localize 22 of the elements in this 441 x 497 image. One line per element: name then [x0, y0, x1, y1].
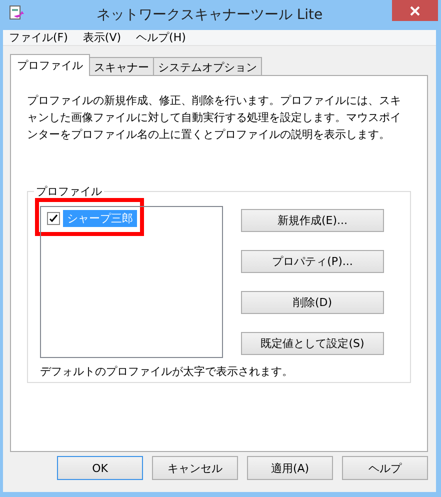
action-button[interactable]: 既定値として設定(S) — [241, 332, 384, 355]
dialog-button[interactable]: ヘルプ — [342, 456, 428, 480]
dialog-button[interactable]: 適用(A) — [247, 456, 333, 480]
window-title: ネットワークスキャナーツール Lite — [96, 6, 323, 24]
note-text: デフォルトのプロファイルが太字で表示されます。 — [40, 364, 294, 379]
group-label: プロファイル — [34, 184, 104, 199]
action-button[interactable]: プロパティ(P)... — [241, 250, 384, 273]
app-icon — [8, 5, 24, 21]
close-button[interactable] — [392, 0, 438, 21]
menu-item[interactable]: ヘルプ(H) — [136, 30, 193, 45]
description-text: プロファイルの新規作成、修正、削除を行います。プロファイルには、スキャンした画像ファイルに対して自動実行する処理を設定します。マウスポインターをプロファイル名の上に置くとプロファイルの説明を表示します。 — [27, 93, 402, 143]
menu-item[interactable]: ファイル(F) — [9, 30, 75, 45]
tab[interactable]: スキャナー — [89, 57, 154, 76]
action-button[interactable]: 削除(D) — [241, 291, 384, 314]
close-icon — [410, 6, 420, 16]
tab[interactable]: システムオプション — [153, 57, 262, 76]
dialog-button[interactable]: キャンセル — [152, 456, 238, 480]
tab[interactable]: プロファイル — [10, 54, 90, 76]
checkbox[interactable] — [47, 212, 60, 225]
menu-item[interactable]: 表示(V) — [82, 30, 128, 45]
dialog-button[interactable]: OK — [57, 456, 143, 480]
action-button[interactable]: 新規作成(E)... — [241, 209, 384, 232]
